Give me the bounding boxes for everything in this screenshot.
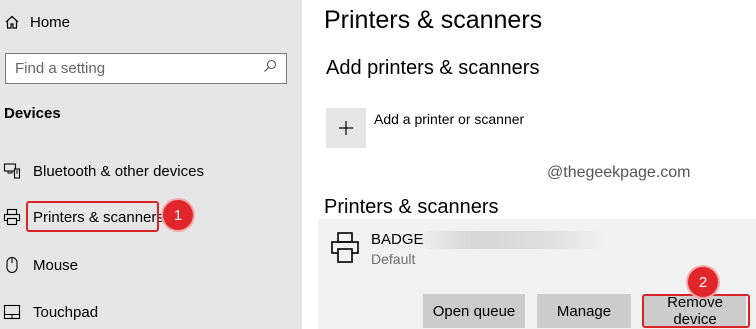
page-title: Printers & scanners xyxy=(324,6,543,34)
main-content: Printers & scanners Add printers & scann… xyxy=(302,0,756,329)
sidebar-item-label: Mouse xyxy=(33,256,79,274)
sidebar-item-label: Touchpad xyxy=(33,303,99,321)
search-icon[interactable] xyxy=(263,59,277,78)
sidebar-item-label: Bluetooth & other devices xyxy=(33,162,204,180)
sidebar-item-touchpad[interactable]: Touchpad xyxy=(0,294,302,329)
redacted-text-blur xyxy=(422,231,602,249)
device-name: BADGE xyxy=(371,231,424,248)
mouse-icon xyxy=(3,256,21,274)
add-printer-label[interactable]: Add a printer or scanner xyxy=(374,111,524,127)
bluetooth-devices-icon xyxy=(3,162,21,180)
open-queue-button[interactable]: Open queue xyxy=(423,294,525,328)
settings-sidebar: Home Devices Bluetooth & other devices xyxy=(0,0,302,329)
home-link[interactable]: Home xyxy=(4,10,70,34)
printer-icon xyxy=(330,231,360,270)
printer-icon xyxy=(3,208,21,226)
search-input[interactable] xyxy=(6,55,256,82)
home-icon xyxy=(5,15,19,29)
sidebar-item-mouse[interactable]: Mouse xyxy=(0,247,302,283)
add-section-title: Add printers & scanners xyxy=(326,57,540,79)
remove-device-button[interactable]: Remove device xyxy=(644,294,746,328)
sidebar-item-label: Printers & scanners xyxy=(33,208,164,226)
home-label: Home xyxy=(30,13,71,31)
step-badge-1: 1 xyxy=(163,200,193,230)
sidebar-item-printers[interactable]: Printers & scanners xyxy=(0,199,302,235)
sidebar-item-bluetooth[interactable]: Bluetooth & other devices xyxy=(0,153,302,189)
manage-button[interactable]: Manage xyxy=(537,294,631,328)
add-printer-button[interactable] xyxy=(326,108,366,148)
touchpad-icon xyxy=(3,303,21,321)
printers-list-title: Printers & scanners xyxy=(324,196,499,218)
watermark: @thegeekpage.com xyxy=(547,164,691,181)
search-box[interactable] xyxy=(5,53,287,84)
section-title-devices: Devices xyxy=(4,105,61,122)
device-status: Default xyxy=(371,251,416,267)
plus-icon xyxy=(339,121,353,135)
step-badge-2: 2 xyxy=(688,267,718,297)
